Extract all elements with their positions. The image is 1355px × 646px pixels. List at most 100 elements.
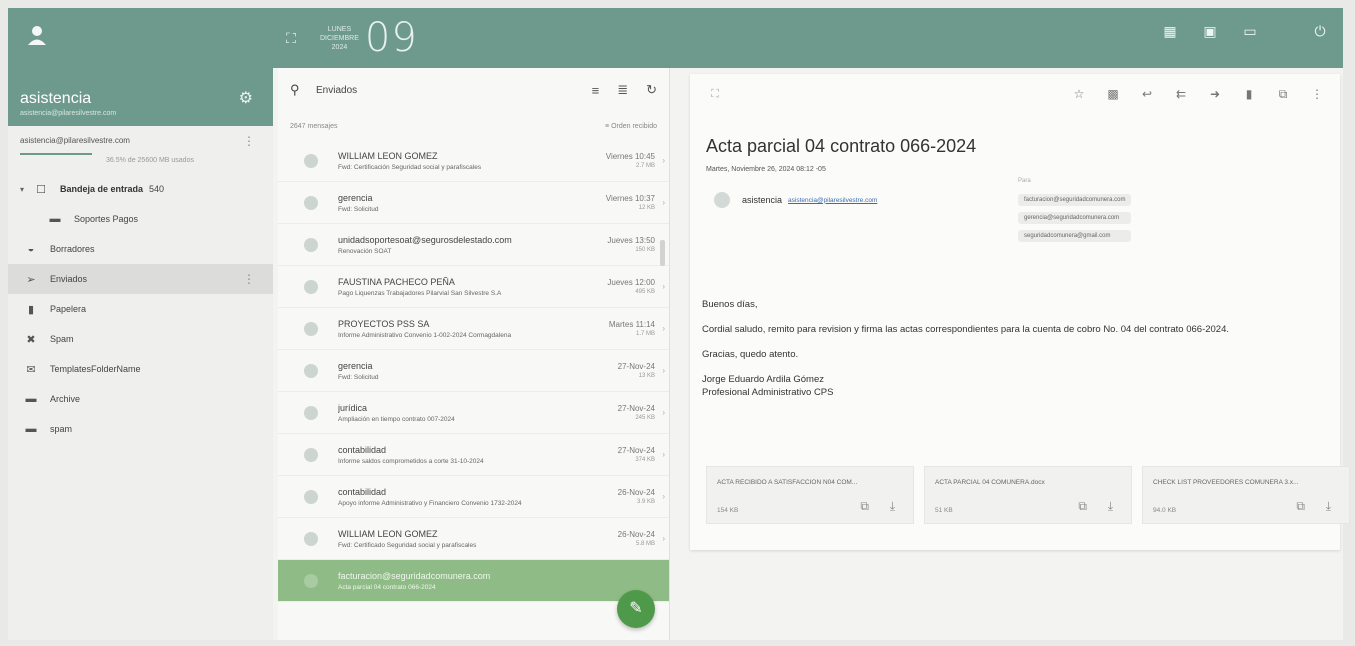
folder-inbox[interactable]: ▾ ☐ Bandeja de entrada 540 (8, 174, 273, 204)
notes-icon[interactable]: ▭ (1241, 22, 1259, 40)
forward-icon[interactable]: ➜ (1208, 87, 1222, 101)
sort-order[interactable]: ≡ Orden recibido (605, 123, 657, 130)
folder-soportes-pagos[interactable]: ▬ Soportes Pagos (8, 204, 273, 234)
recipient-chip[interactable]: seguridadcomunera@gmail.com (1018, 230, 1132, 242)
collapse-icon[interactable]: ⛶ (708, 88, 722, 101)
folder-templates[interactable]: ✉ TemplatesFolderName (8, 354, 273, 384)
fullscreen-icon[interactable]: ⛶ (276, 30, 306, 47)
more-vert-icon[interactable]: ⋮ (243, 134, 255, 148)
star-icon[interactable]: ☆ (1072, 87, 1086, 101)
attachment-card[interactable]: CHECK LIST PROVEEDORES COMUNERA 3.x... 9… (1142, 466, 1350, 524)
download-icon[interactable]: ⤓ (1108, 499, 1113, 514)
open-external-icon[interactable]: ⧉ (860, 499, 869, 514)
message-size: 12 KB (638, 205, 655, 211)
download-icon[interactable]: ⤓ (890, 499, 895, 514)
folder-count: 540 (149, 184, 165, 194)
folder-archive[interactable]: ▬ Archive (8, 384, 273, 414)
list-item[interactable]: unidadsoportesoat@segurosdelestado.com Re… (278, 224, 669, 266)
avatar (304, 153, 318, 168)
message-size: 245 KB (635, 415, 655, 421)
scrollbar[interactable] (660, 240, 665, 266)
gear-icon[interactable]: ⚙ (239, 88, 253, 108)
calendar-icon[interactable]: ▦ (1161, 22, 1179, 40)
message-date: Viernes 10:45 (605, 152, 655, 161)
list-item[interactable]: WILLIAM LEON GOMEZ Fwd: Certificación Seg… (278, 140, 669, 182)
folder-list: ▾ ☐ Bandeja de entrada 540 ▬ Soportes Pa… (8, 174, 273, 444)
list-item-selected[interactable]: facturacion@seguridadcomunera.com Acta pa… (278, 560, 669, 602)
more-vert-icon[interactable]: ⋮ (243, 272, 255, 286)
reply-all-icon[interactable]: ⇇ (1174, 87, 1188, 101)
folder-sent[interactable]: ➢ Enviados ⋮ (8, 264, 273, 294)
message-size: 495 KB (635, 289, 655, 295)
delete-icon[interactable]: ▮ (1242, 87, 1256, 101)
list-item[interactable]: jurídica Ampliación en tiempo contrato 00… (278, 392, 669, 434)
download-icon[interactable]: ⤓ (1326, 499, 1331, 514)
account-email: asistencia@pilaresilvestre.com (20, 110, 117, 117)
avatar (304, 405, 318, 420)
list-meta: 2647 mensajes ≡ Orden recibido (278, 112, 669, 140)
avatar (304, 531, 318, 546)
message-date: 26-Nov-24 (617, 530, 655, 539)
message-from: facturacion@seguridadcomunera.com (338, 570, 491, 581)
folder-drafts[interactable]: ◒ Borradores (8, 234, 273, 264)
reply-icon[interactable]: ↩ (1140, 87, 1154, 101)
compose-button[interactable]: ✎ (617, 590, 655, 628)
recipient-chip[interactable]: gerencia@seguridadcomunera.com (1018, 212, 1132, 224)
signature-name: Jorge Eduardo Ardila Gómez (702, 374, 824, 385)
message-date: 27-Nov-24 (617, 404, 655, 413)
folder-spam[interactable]: ✖ Spam (8, 324, 273, 354)
list-item[interactable]: gerencia Fwd: Solicitud 27-Nov-24 13 KB › (278, 350, 669, 392)
chevron-right-icon: › (662, 198, 665, 207)
account-line: asistencia@pilaresilvestre.com (20, 136, 130, 145)
list-item[interactable]: WILLIAM LEON GOMEZ Fwd: Certificado Segur… (278, 518, 669, 560)
refresh-icon[interactable]: ↻ (646, 82, 657, 98)
contacts-icon[interactable]: ▣ (1201, 22, 1219, 40)
more-vert-icon[interactable]: ⋮ (1310, 87, 1324, 101)
attachment-card[interactable]: ACTA PARCIAL 04 COMUNERA.docx 51 KB ⧉ ⤓ (924, 466, 1132, 524)
message-from: contabilidad (338, 444, 387, 455)
mail-icon: ✉ (26, 363, 36, 376)
avatar (304, 363, 318, 378)
message-subject: Apoyo informe Administrativo y Financier… (338, 499, 522, 507)
chevron-right-icon: › (662, 282, 665, 291)
sort-icon[interactable]: ≣ (617, 82, 628, 98)
chevron-down-icon[interactable]: ▾ (20, 185, 30, 194)
sender-email-link[interactable]: asistencia@pilaresilvestre.com (788, 197, 877, 204)
list-item[interactable]: gerencia Fwd: Solicitud Viernes 10:37 12 KB… (278, 182, 669, 224)
power-icon[interactable]: ⏻ (1311, 22, 1329, 40)
sender: asistencia asistencia@pilaresilvestre.co… (714, 192, 877, 208)
open-external-icon[interactable]: ⧉ (1296, 499, 1305, 514)
message-rows: WILLIAM LEON GOMEZ Fwd: Certificación Seg… (278, 140, 669, 602)
attachment-name: ACTA PARCIAL 04 COMUNERA.docx (935, 479, 1045, 486)
message-size: 374 KB (635, 457, 655, 463)
trash-icon: ▮ (27, 303, 35, 316)
filter-icon[interactable]: ≡ (592, 83, 600, 98)
list-item[interactable]: contabilidad Apoyo informe Administrativo… (278, 476, 669, 518)
folder-trash[interactable]: ▮ Papelera (8, 294, 273, 324)
open-external-icon[interactable]: ⧉ (1276, 87, 1290, 102)
chevron-right-icon: › (662, 408, 665, 417)
attachment-card[interactable]: ACTA RECIBIDO A SATISFACCION N04 COM... … (706, 466, 914, 524)
folder-spam-lower[interactable]: ▬ spam (8, 414, 273, 444)
day-number: 09 (364, 15, 418, 61)
message-from: FAUSTINA PACHECO PEÑA (338, 276, 455, 287)
drafts-icon: ◒ (27, 243, 35, 255)
search-icon[interactable]: ⚲ (290, 82, 308, 98)
message-subject: Renovación SOAT (338, 247, 392, 255)
message-from: PROYECTOS PSS SA (338, 318, 430, 329)
sort-order-label: Orden recibido (611, 122, 657, 130)
folder-label: Archive (50, 394, 81, 404)
list-item[interactable]: contabilidad Informe saldos comprometidos… (278, 434, 669, 476)
list-item[interactable]: FAUSTINA PACHECO PEÑA Pago Liquenzas Trab… (278, 266, 669, 308)
top-icons: ▦ ▣ ▭ ⏻ (1161, 22, 1329, 40)
label-icon[interactable]: ▩ (1106, 87, 1120, 101)
message-subject: Ampliación en tiempo contrato 007-2024 (338, 415, 455, 423)
user-avatar-icon (28, 26, 46, 45)
message-from: gerencia (338, 360, 373, 371)
open-external-icon[interactable]: ⧉ (1078, 499, 1087, 514)
reading-pane: ⛶ ☆ ▩ ↩ ⇇ ➜ ▮ ⧉ ⋮ Acta parcial 04 contra… (690, 74, 1350, 550)
list-item[interactable]: PROYECTOS PSS SA Informe Administrativo C… (278, 308, 669, 350)
message-from: contabilidad (338, 486, 387, 497)
sender-name: asistencia (742, 195, 783, 205)
recipient-chip[interactable]: facturacion@seguridadcomunera.com (1018, 194, 1132, 206)
